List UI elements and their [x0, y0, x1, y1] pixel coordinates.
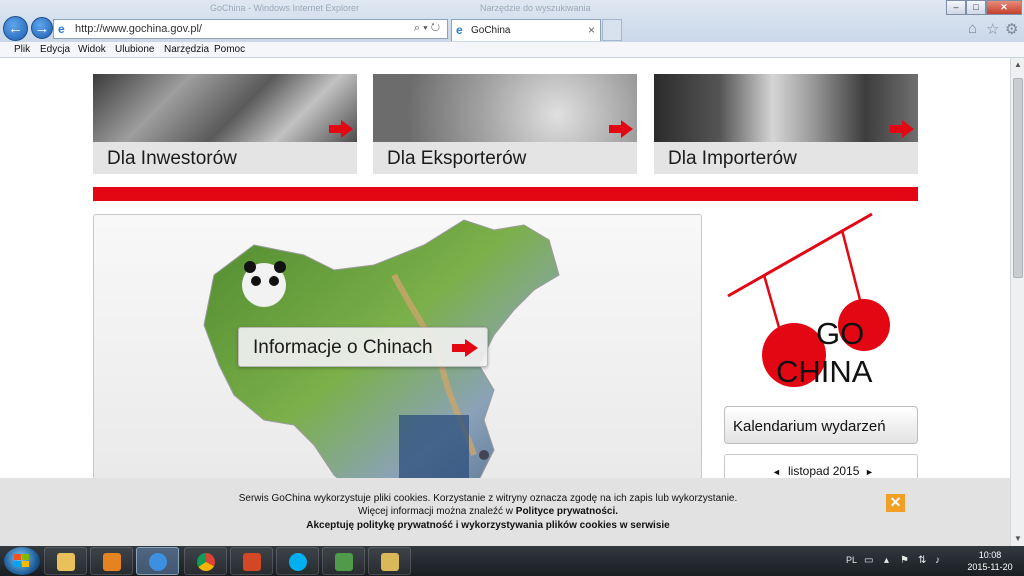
tab-favicon-icon: e [456, 23, 463, 37]
scroll-down-icon[interactable]: ▼ [1011, 532, 1024, 546]
media-player-icon [103, 553, 121, 571]
cookie-line-2-prefix: Więcej informacji można znaleźć w [357, 506, 516, 517]
back-button[interactable]: ← [3, 16, 28, 41]
banner-importers[interactable]: Dla Importerów [654, 74, 918, 174]
scrollbar-thumb[interactable] [1013, 78, 1023, 278]
folder-icon [57, 553, 75, 571]
calendar-title: Kalendarium wydarzeń [733, 418, 886, 435]
logo-go: GO [816, 316, 864, 351]
privacy-policy-link[interactable]: Polityce prywatności. [516, 506, 618, 517]
info-about-china-button[interactable]: Informacje o Chinach [238, 327, 488, 367]
red-arrow-icon [609, 120, 633, 138]
red-arrow-icon [890, 120, 914, 138]
menu-plik[interactable]: Plik [14, 44, 30, 55]
banner-label: Dla Eksporterów [387, 148, 527, 169]
new-tab-button[interactable] [602, 19, 622, 41]
window-title-ghost-right: Narzędzie do wyszukiwania [480, 3, 591, 13]
skype-icon [289, 553, 307, 571]
red-arrow-icon [452, 339, 478, 357]
menu-edycja[interactable]: Edycja [40, 44, 70, 55]
taskbar-skype[interactable] [276, 547, 319, 575]
dropdown-icon[interactable]: ▾ [423, 22, 431, 34]
taskbar-network-users[interactable] [322, 547, 365, 575]
scroll-up-icon[interactable]: ▲ [1011, 58, 1024, 72]
info-about-china-label: Informacje o Chinach [253, 337, 433, 358]
vertical-scrollbar[interactable]: ▲ ▼ [1010, 58, 1024, 546]
cookie-line-2: Więcej informacji można znaleźć w Polity… [0, 506, 976, 517]
calendar-month: listopad 2015 [788, 464, 860, 478]
banner-investors[interactable]: Dla Inwestorów [93, 74, 357, 174]
logo-china: CHINA [776, 354, 873, 389]
address-tools[interactable]: ⌕▾↻ [414, 22, 443, 35]
windows-taskbar: PL ▭ ▴ ⚑ ⇅ ♪ 10:08 2015-11-20 [0, 546, 1024, 576]
users-icon [335, 553, 353, 571]
next-month-icon[interactable]: ► [865, 467, 874, 477]
cookie-line-1: Serwis GoChina wykorzystuje pliki cookie… [238, 493, 738, 504]
address-url[interactable]: http://www.gochina.gov.pl/ [75, 23, 202, 35]
red-arrow-icon [329, 120, 353, 138]
menu-ulubione[interactable]: Ulubione [115, 44, 154, 55]
taskbar-internet-explorer[interactable] [136, 547, 179, 575]
presentation-icon [243, 553, 261, 571]
globe-photo [373, 74, 637, 142]
city-photo [654, 74, 918, 142]
menu-narzedzia[interactable]: Narzędzia [164, 44, 209, 55]
volume-icon[interactable]: ♪ [935, 555, 940, 566]
menu-pomoc[interactable]: Pomoc [214, 44, 245, 55]
taskbar-presentation-app[interactable] [230, 547, 273, 575]
taskbar-file-explorer[interactable] [44, 547, 87, 575]
action-center-flag-icon[interactable]: ⚑ [900, 555, 909, 566]
start-button[interactable] [4, 547, 40, 575]
chrome-icon [197, 553, 215, 571]
page-viewport: Dla Inwestorów Dla Eksporterów Dla Impor… [0, 58, 1010, 546]
taskbar-media-player[interactable] [90, 547, 133, 575]
cookie-close-icon[interactable]: ✕ [886, 494, 905, 512]
windows-logo-icon [14, 554, 29, 567]
home-icon[interactable]: ⌂ [968, 20, 977, 37]
cookie-notice-bar: Serwis GoChina wykorzystuje pliki cookie… [0, 478, 1010, 546]
taskbar-chrome[interactable] [184, 547, 227, 575]
clock-time[interactable]: 10:08 [970, 550, 1010, 560]
minimize-button[interactable]: – [946, 0, 966, 15]
browser-title-bar: GoChina - Windows Internet Explorer Narz… [0, 0, 1024, 42]
address-bar[interactable]: e http://www.gochina.gov.pl/ ⌕▾↻ [53, 19, 448, 39]
favorites-star-icon[interactable]: ☆ [986, 20, 999, 38]
ie-icon [149, 553, 167, 571]
refresh-icon[interactable]: ↻ [431, 22, 443, 34]
folder-window-icon [381, 553, 399, 571]
tray-expand-icon[interactable]: ▴ [884, 555, 889, 566]
coins-photo [93, 74, 357, 142]
tab-title: GoChina [471, 25, 511, 36]
window-close-button[interactable]: ✕ [986, 0, 1022, 15]
banner-exporters[interactable]: Dla Eksporterów [373, 74, 637, 174]
search-icon[interactable]: ⌕ [414, 22, 423, 34]
clock-date[interactable]: 2015-11-20 [958, 562, 1022, 572]
prev-month-icon[interactable]: ◄ [772, 467, 781, 477]
window-title-ghost: GoChina - Windows Internet Explorer [210, 3, 360, 13]
network-icon[interactable]: ⇅ [918, 555, 926, 566]
menu-bar: Plik Edycja Widok Ulubione Narzędzia Pom… [0, 42, 1024, 58]
system-tray: PL ▭ ▴ ⚑ ⇅ ♪ 10:08 2015-11-20 [840, 546, 1024, 576]
accept-cookies-link[interactable]: Akceptuję politykę prywatność i wykorzys… [0, 520, 976, 531]
tab-close-icon[interactable]: × [588, 23, 595, 37]
tab-gochina[interactable]: e GoChina × [451, 19, 601, 41]
maximize-button[interactable]: □ [966, 0, 986, 15]
red-divider-bar [93, 187, 918, 201]
menu-widok[interactable]: Widok [78, 44, 106, 55]
taskbar-folder-window[interactable] [368, 547, 411, 575]
keyboard-icon[interactable]: ▭ [864, 555, 873, 566]
gochina-logo[interactable]: GO CHINA [724, 210, 914, 390]
events-calendar-header[interactable]: Kalendarium wydarzeń [724, 406, 918, 444]
banner-label: Dla Importerów [668, 148, 797, 169]
banner-label: Dla Inwestorów [107, 148, 237, 169]
language-indicator[interactable]: PL [846, 555, 857, 565]
settings-gear-icon[interactable]: ⚙ [1005, 20, 1018, 38]
ie-page-icon: e [58, 22, 65, 36]
forward-button[interactable]: → [31, 17, 53, 39]
